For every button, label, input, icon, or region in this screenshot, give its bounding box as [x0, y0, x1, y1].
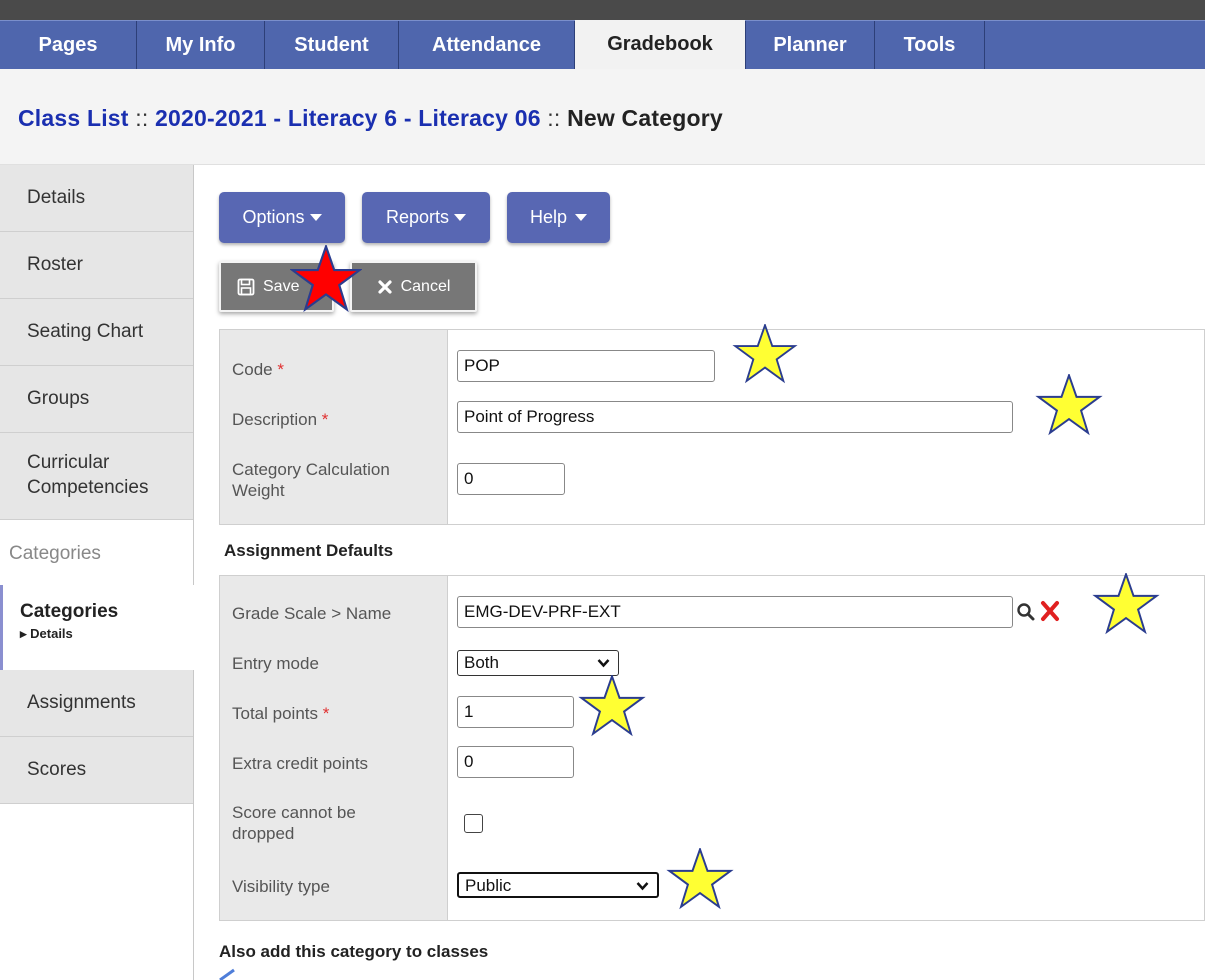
sidebar-item-label: Seating Chart	[27, 321, 144, 342]
grade-scale-input[interactable]: EMG-DEV-PRF-EXT	[457, 596, 1013, 628]
tab-my-info[interactable]: My Info	[137, 21, 265, 69]
required-marker: *	[322, 704, 330, 723]
sidebar-item-label: Groups	[27, 388, 90, 409]
side-nav: Details Roster Seating Chart Groups Curr…	[0, 165, 194, 980]
score-cannot-be-dropped-label: Score cannot be dropped	[232, 803, 356, 844]
code-label: Code *	[232, 360, 284, 379]
sidebar-item-roster[interactable]: Roster	[0, 232, 193, 299]
tab-attendance[interactable]: Attendance	[399, 21, 575, 69]
main-tab-bar: Pages My Info Student Attendance Gradebo…	[0, 20, 1205, 70]
options-label: Options	[242, 207, 305, 227]
sidebar-item-assignments[interactable]: Assignments	[0, 670, 193, 737]
sidebar-item-label: Details	[27, 187, 86, 208]
description-input[interactable]: Point of Progress	[457, 401, 1013, 433]
sidebar-item-groups[interactable]: Groups	[0, 366, 193, 433]
caret-down-icon	[309, 214, 322, 221]
sidebar-item-curricular-competencies[interactable]: Curricular Competencies	[0, 433, 193, 520]
breadcrumb-separator: ::	[128, 105, 156, 131]
sidebar-item-categories[interactable]: Categories ▸ Details	[0, 585, 194, 670]
breadcrumb-course[interactable]: 2020-2021 - Literacy 6 - Literacy 06	[155, 105, 541, 131]
description-label: Description *	[232, 410, 329, 429]
help-menu-button[interactable]: Help	[507, 192, 610, 243]
sidebar-item-scores[interactable]: Scores	[0, 737, 193, 804]
sidebar-item-label: Assignments	[27, 692, 136, 713]
sidebar-item-label: Roster	[27, 254, 83, 275]
yellow-star-annotation-icon	[732, 324, 798, 384]
weight-label: Category Calculation Weight	[232, 460, 390, 501]
floppy-disk-icon	[237, 278, 255, 295]
entry-mode-label: Entry mode	[232, 654, 319, 673]
search-icon[interactable]	[1016, 602, 1036, 622]
tab-planner[interactable]: Planner	[745, 21, 875, 69]
caret-down-icon	[454, 214, 467, 221]
yellow-star-annotation-icon	[666, 848, 734, 910]
tab-gradebook[interactable]: Gradebook	[575, 20, 745, 70]
cancel-button[interactable]: Cancel	[350, 261, 477, 312]
required-marker: *	[277, 360, 284, 379]
tab-student[interactable]: Student	[265, 21, 399, 69]
breadcrumb: Class List :: 2020-2021 - Literacy 6 - L…	[18, 105, 723, 132]
arrow-icon	[219, 968, 235, 980]
breadcrumb-class-list[interactable]: Class List	[18, 105, 129, 131]
yellow-star-annotation-icon	[1035, 374, 1103, 436]
visibility-type-label: Visibility type	[232, 877, 330, 896]
sidebar-section-header: Categories	[9, 543, 101, 564]
label-column	[220, 576, 448, 920]
reports-label: Reports	[385, 207, 450, 227]
page-title: New Category	[567, 105, 723, 131]
sidebar-item-label: Scores	[27, 759, 87, 780]
chevron-down-icon	[636, 882, 649, 891]
code-input[interactable]: POP	[457, 350, 715, 382]
cancel-label: Cancel	[400, 277, 451, 295]
yellow-star-annotation-icon	[578, 675, 646, 737]
entry-mode-select[interactable]: Both	[457, 650, 619, 676]
extra-credit-input[interactable]: 0	[457, 746, 574, 778]
top-strip	[0, 0, 1205, 20]
required-marker: *	[321, 410, 329, 429]
visibility-type-select[interactable]: Public	[457, 872, 659, 898]
sidebar-subitem-details[interactable]: ▸ Details	[20, 626, 194, 642]
tab-tools[interactable]: Tools	[875, 21, 985, 69]
caret-down-icon	[575, 214, 588, 221]
total-points-label: Total points *	[232, 704, 330, 723]
extra-credit-label: Extra credit points	[232, 754, 369, 773]
title-bar: Class List :: 2020-2021 - Literacy 6 - L…	[0, 69, 1205, 165]
sidebar-item-label: Curricular Competencies	[27, 452, 149, 498]
close-icon	[377, 279, 392, 294]
sidebar-item-label: Categories	[20, 601, 119, 622]
reports-menu-button[interactable]: Reports	[362, 192, 490, 243]
sidebar-item-details[interactable]: Details	[0, 165, 193, 232]
breadcrumb-separator: ::	[540, 105, 568, 131]
help-label: Help	[529, 207, 568, 227]
sidebar-subitem-label: Details	[30, 626, 73, 641]
options-menu-button[interactable]: Options	[219, 192, 345, 243]
sidebar-item-seating-chart[interactable]: Seating Chart	[0, 299, 193, 366]
chevron-down-icon	[597, 659, 610, 668]
total-points-input[interactable]: 1	[457, 696, 574, 728]
grade-scale-label: Grade Scale > Name	[232, 604, 392, 623]
yellow-star-annotation-icon	[1092, 573, 1160, 635]
also-add-to-classes-heading: Also add this category to classes	[219, 942, 489, 961]
visibility-type-value: Public	[465, 876, 512, 895]
assignment-defaults-heading: Assignment Defaults	[224, 541, 394, 560]
red-star-annotation-icon	[290, 245, 362, 313]
entry-mode-value: Both	[464, 653, 499, 672]
delete-x-icon[interactable]	[1039, 600, 1061, 622]
weight-input[interactable]: 0	[457, 463, 565, 495]
score-cannot-be-dropped-checkbox[interactable]	[464, 814, 483, 833]
tab-pages[interactable]: Pages	[0, 21, 137, 69]
